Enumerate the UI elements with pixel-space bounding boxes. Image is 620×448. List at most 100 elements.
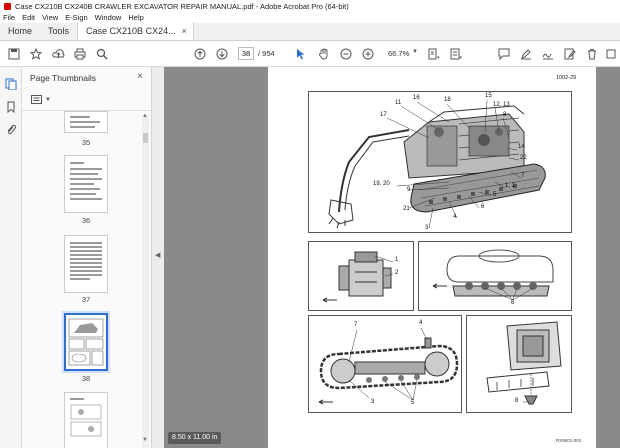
- callout-label: 7: [521, 173, 525, 179]
- acrobat-app-icon: [4, 2, 11, 10]
- tab-home[interactable]: Home: [0, 22, 40, 40]
- callout-label: 2: [395, 270, 399, 276]
- close-icon[interactable]: ×: [137, 71, 143, 82]
- page-thumbnails-icon[interactable]: [5, 78, 17, 91]
- callout-label: 4: [419, 320, 423, 326]
- callout-label: 12, 13: [493, 102, 510, 108]
- thumbnail-page-35[interactable]: [64, 111, 108, 133]
- callout-label: 14: [518, 144, 525, 150]
- thumbnail-options-menu[interactable]: ▼: [31, 94, 51, 105]
- tab-document[interactable]: Case CX210B CX24... ×: [77, 22, 194, 40]
- thumbnail-label: 37: [81, 295, 91, 304]
- document-page: 1002-29 11 16 18 15 12, 13 8 17 14 22 7 …: [268, 67, 596, 448]
- callout-label: 8: [515, 398, 519, 404]
- chevron-down-icon: ▼: [45, 96, 51, 103]
- menu-file[interactable]: File: [3, 13, 15, 22]
- scroll-down-arrow-icon[interactable]: ▼: [142, 437, 148, 443]
- zoom-in-icon[interactable]: [362, 47, 374, 61]
- menu-window[interactable]: Window: [95, 13, 122, 22]
- fill-sign-icon[interactable]: [542, 47, 554, 61]
- callout-label: 11: [395, 100, 402, 106]
- next-page-icon[interactable]: [216, 47, 228, 61]
- thumbnail-label: 35: [81, 138, 91, 147]
- attachments-paperclip-icon[interactable]: [5, 124, 17, 136]
- callout-label: 4: [453, 214, 457, 220]
- thumbnails-scrollbar[interactable]: [142, 115, 149, 448]
- delete-icon[interactable]: [586, 47, 598, 61]
- thumbnail-page-38[interactable]: [64, 313, 108, 371]
- tab-bar: Home Tools Case CX210B CX24... ×: [0, 22, 620, 41]
- main-toolbar: 38 / 954 66.7% ▼ ▾ ▾: [0, 41, 620, 67]
- options-list-icon: [31, 95, 42, 104]
- previous-page-icon[interactable]: [194, 47, 206, 61]
- figure-code: RS9801-002: [556, 438, 582, 443]
- thumbnail-diagram-preview: [68, 318, 104, 366]
- tab-close-icon[interactable]: ×: [182, 26, 187, 36]
- left-navigation-rail: [0, 67, 22, 448]
- callout-label: 21: [403, 206, 410, 212]
- collapse-panel-arrow-icon[interactable]: ◀: [155, 251, 160, 259]
- callout-label: 22: [520, 155, 527, 161]
- callout-label: 1: [395, 257, 399, 263]
- edit-pdf-icon[interactable]: [564, 47, 576, 61]
- callout-label: 16: [413, 95, 420, 101]
- select-cursor-icon[interactable]: [296, 47, 306, 61]
- detail-diagram-track-chain: 7 4 3 5: [308, 315, 462, 413]
- thumbnail-label: 38: [81, 374, 91, 383]
- thumbnail-label: 36: [81, 216, 91, 225]
- callout-label: 3: [371, 399, 375, 405]
- callout-label: 9: [407, 187, 411, 193]
- detail-diagram-counterweight: 8: [466, 315, 572, 413]
- save-icon[interactable]: [8, 47, 20, 61]
- more-tools-icon[interactable]: [606, 47, 616, 61]
- bookmarks-icon[interactable]: [5, 101, 17, 114]
- window-title: Case CX210B CX240B CRAWLER EXCAVATOR REP…: [15, 1, 349, 11]
- callout-label: 1, 2: [505, 183, 516, 189]
- hand-tool-icon[interactable]: [318, 47, 330, 61]
- thumbnails-panel-title: Page Thumbnails: [30, 73, 96, 83]
- callout-label: 3: [425, 225, 429, 231]
- thumbnail-page-36[interactable]: [64, 155, 108, 213]
- callout-label: 18: [444, 97, 451, 103]
- thumbnail-page-37[interactable]: [64, 235, 108, 293]
- cloud-upload-icon[interactable]: [52, 47, 65, 61]
- bookmark-star-icon[interactable]: [30, 47, 42, 61]
- menu-edit[interactable]: Edit: [22, 13, 35, 22]
- menu-help[interactable]: Help: [128, 13, 143, 22]
- callout-label: 19, 20: [373, 181, 390, 187]
- comment-icon[interactable]: [498, 47, 510, 61]
- callout-label: 5: [411, 400, 415, 406]
- window-titlebar: Case CX210B CX240B CRAWLER EXCAVATOR REP…: [0, 0, 620, 12]
- callout-label: 6: [511, 300, 515, 306]
- callout-label: 5: [493, 192, 497, 198]
- search-icon[interactable]: [96, 47, 108, 61]
- callout-label: 15: [485, 93, 492, 99]
- menu-view[interactable]: View: [42, 13, 58, 22]
- document-viewer[interactable]: 1002-29 11 16 18 15 12, 13 8 17 14 22 7 …: [164, 67, 620, 448]
- page-thumbnails-panel: Page Thumbnails × ▼ 35 36 37 38 ▲ ▼: [22, 67, 152, 448]
- chevron-down-icon[interactable]: ▼: [412, 49, 418, 55]
- tab-document-label: Case CX210B CX24...: [86, 26, 176, 36]
- zoom-out-icon[interactable]: [340, 47, 352, 61]
- callout-label: 17: [380, 112, 387, 118]
- callout-label: 8: [503, 112, 507, 118]
- highlight-pen-icon[interactable]: [520, 47, 532, 61]
- menu-esign[interactable]: E-Sign: [65, 13, 88, 22]
- thumbnail-page-39[interactable]: [64, 392, 108, 448]
- page-size-badge: 8.50 x 11.00 in: [168, 432, 222, 444]
- page-number-input[interactable]: 38: [238, 47, 254, 60]
- scroll-up-arrow-icon[interactable]: ▲: [142, 113, 148, 119]
- scroll-mode-icon[interactable]: ▾: [450, 47, 463, 61]
- print-icon[interactable]: [74, 47, 86, 61]
- svg-text:▾: ▾: [460, 55, 463, 60]
- tab-tools[interactable]: Tools: [40, 22, 77, 40]
- detail-diagram-travel-motor: 1 2: [308, 241, 414, 311]
- zoom-level-select[interactable]: 66.7%: [388, 49, 409, 58]
- fit-page-icon[interactable]: ▾: [428, 47, 441, 61]
- detail-diagram-track-rollers: 6: [418, 241, 572, 311]
- thumbnails-scroll-thumb[interactable]: [143, 133, 148, 143]
- page-code: 1002-29: [556, 75, 577, 81]
- callout-label: 6: [481, 204, 485, 210]
- callout-label: 7: [354, 322, 358, 328]
- panel-splitter[interactable]: ◀: [152, 67, 164, 448]
